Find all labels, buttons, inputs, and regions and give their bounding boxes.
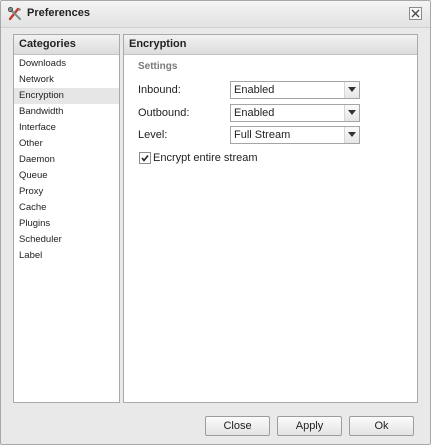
outbound-select[interactable]: Enabled: [230, 104, 360, 122]
outbound-value: Enabled: [234, 107, 275, 119]
ok-button[interactable]: Ok: [349, 416, 414, 436]
deluge-tools-icon: [7, 6, 23, 22]
close-icon[interactable]: [409, 7, 422, 20]
sidebar-item-daemon[interactable]: Daemon: [14, 152, 119, 168]
level-row: Level: Full Stream: [138, 126, 363, 144]
sidebar-item-network[interactable]: Network: [14, 72, 119, 88]
categories-list: Downloads Network Encryption Bandwidth I…: [14, 55, 119, 264]
sidebar-item-interface[interactable]: Interface: [14, 120, 119, 136]
encrypt-stream-checkbox[interactable]: [139, 152, 151, 164]
dialog-footer: Close Apply Ok: [1, 406, 430, 444]
chevron-down-icon[interactable]: [344, 127, 359, 143]
encrypt-stream-row: Encrypt entire stream: [138, 152, 338, 166]
sidebar-item-label[interactable]: Label: [14, 248, 119, 264]
apply-button[interactable]: Apply: [277, 416, 342, 436]
sidebar-item-proxy[interactable]: Proxy: [14, 184, 119, 200]
settings-section-label: Settings: [138, 61, 178, 72]
title-bar[interactable]: Preferences: [1, 1, 430, 28]
sidebar-item-bandwidth[interactable]: Bandwidth: [14, 104, 119, 120]
panel-title: Encryption: [124, 35, 417, 55]
sidebar-item-queue[interactable]: Queue: [14, 168, 119, 184]
inbound-value: Enabled: [234, 84, 275, 96]
encrypt-stream-label[interactable]: Encrypt entire stream: [153, 152, 258, 164]
level-select[interactable]: Full Stream: [230, 126, 360, 144]
chevron-down-icon[interactable]: [344, 105, 359, 121]
encryption-panel: Encryption Settings Inbound: Enabled Out…: [123, 34, 418, 403]
sidebar-item-cache[interactable]: Cache: [14, 200, 119, 216]
level-value: Full Stream: [234, 129, 291, 141]
sidebar-item-downloads[interactable]: Downloads: [14, 56, 119, 72]
inbound-label: Inbound:: [138, 84, 181, 96]
sidebar-item-encryption[interactable]: Encryption: [14, 88, 119, 104]
chevron-down-icon[interactable]: [344, 82, 359, 98]
inbound-row: Inbound: Enabled: [138, 81, 363, 99]
categories-panel: Categories Downloads Network Encryption …: [13, 34, 120, 403]
window-title: Preferences: [27, 7, 90, 19]
close-button[interactable]: Close: [205, 416, 270, 436]
outbound-label: Outbound:: [138, 107, 190, 119]
preferences-window: Preferences Categories Downloads Network…: [0, 0, 431, 445]
categories-header: Categories: [14, 35, 119, 55]
level-label: Level:: [138, 129, 168, 141]
sidebar-item-plugins[interactable]: Plugins: [14, 216, 119, 232]
outbound-row: Outbound: Enabled: [138, 104, 363, 122]
sidebar-item-other[interactable]: Other: [14, 136, 119, 152]
inbound-select[interactable]: Enabled: [230, 81, 360, 99]
sidebar-item-scheduler[interactable]: Scheduler: [14, 232, 119, 248]
